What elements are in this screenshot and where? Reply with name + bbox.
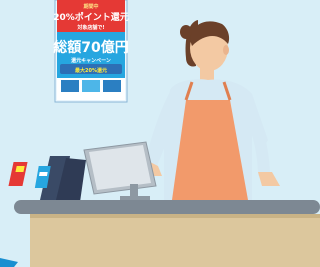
poster-bottom-tag: 最大20%還元 (75, 67, 107, 74)
poster-sub-line: 対象店舗で! (76, 24, 104, 31)
poster-headline: 20%ポイント還元 (53, 11, 129, 23)
illustration-svg: 期間中 20%ポイント還元 対象店舗で! 総額70億円 還元キャンペーン 最大2… (0, 0, 320, 267)
campaign-poster: 期間中 20%ポイント還元 対象店舗で! 総額70億円 還元キャンペーン 最大2… (53, 0, 129, 103)
poster-campaign-line: 還元キャンペーン (71, 57, 111, 64)
store-counter-illustration: 期間中 20%ポイント還元 対象店舗で! 総額70億円 還元キャンペーン 最大2… (0, 0, 320, 267)
counter (14, 200, 320, 267)
poster-top-small: 期間中 (82, 3, 98, 10)
poster-amount: 総額70億円 (53, 39, 128, 56)
